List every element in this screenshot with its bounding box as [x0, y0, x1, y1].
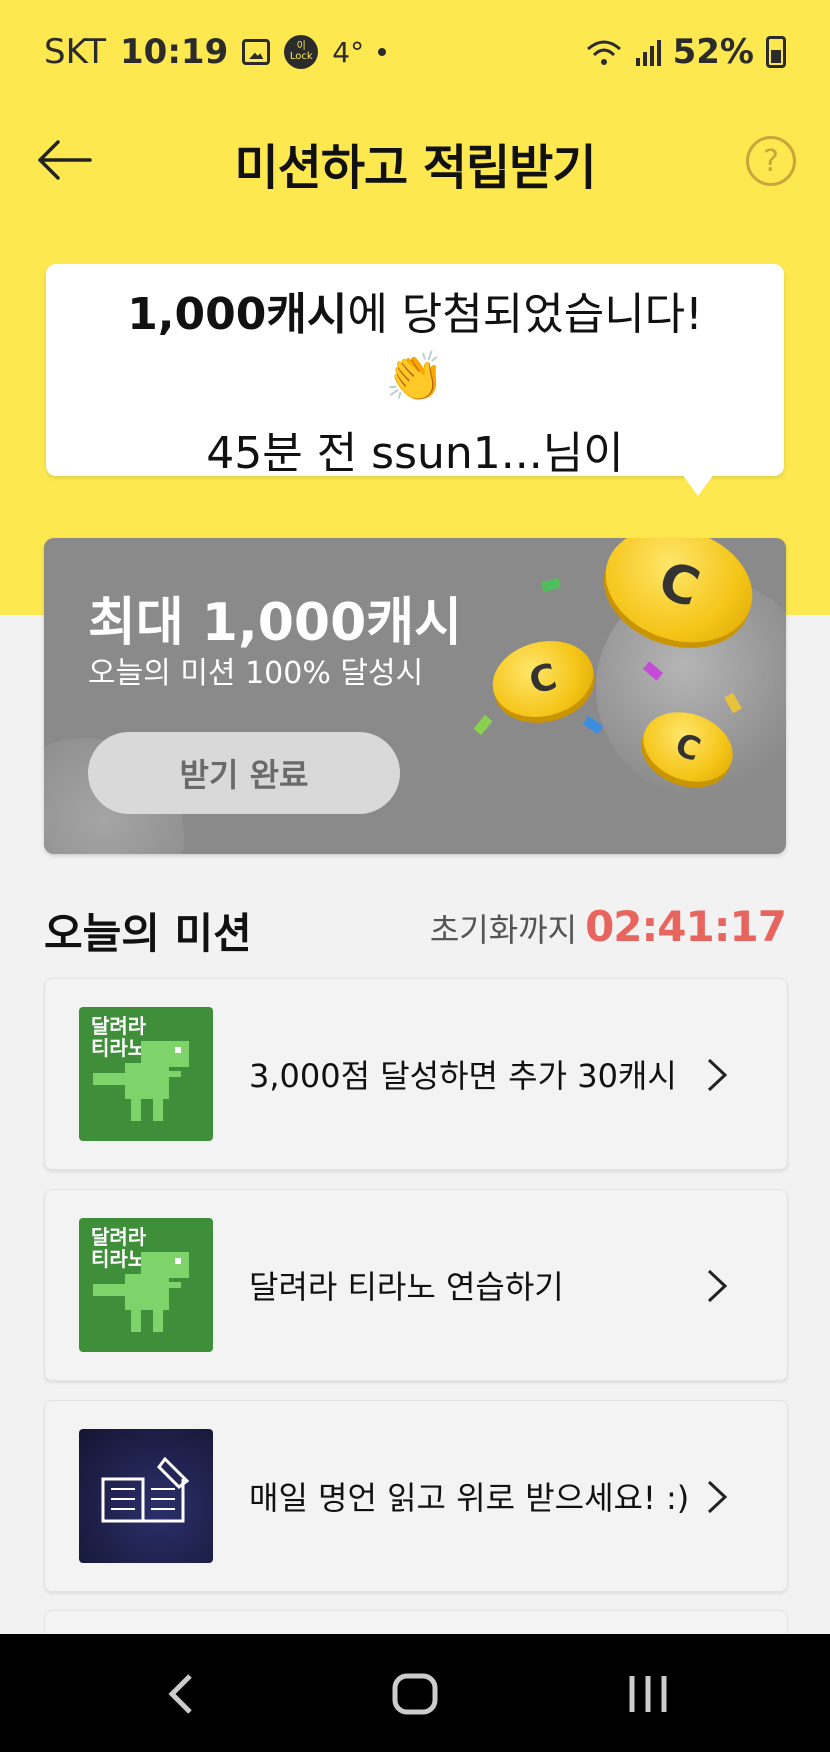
dinosaur-icon	[93, 1041, 189, 1121]
winner-text: 에 당첨되었습니다!	[347, 289, 703, 340]
chevron-right-icon	[707, 1058, 728, 1092]
reset-countdown: 초기화까지 02:41:17	[429, 902, 787, 951]
book-pen-icon	[101, 1456, 190, 1523]
tyrano-game-thumbnail: 달려라 티라노	[79, 1007, 213, 1141]
claim-complete-button[interactable]: 받기 완료	[88, 732, 400, 814]
winner-detail: 45분 전 ssun1...님이	[206, 428, 624, 476]
temperature-label: 4°	[332, 35, 365, 69]
winner-amount: 1,000캐시	[127, 289, 348, 340]
mission-label: 3,000점 달성하면 추가 30캐시	[249, 1057, 677, 1095]
chevron-right-icon	[707, 1269, 728, 1303]
help-icon[interactable]: ?	[746, 136, 796, 186]
nav-home-icon[interactable]	[385, 1664, 445, 1724]
reset-timer: 02:41:17	[585, 902, 787, 951]
bubble-tail	[682, 474, 714, 496]
clock: 10:19	[120, 32, 229, 72]
page-title: 미션하고 적립받기	[234, 140, 597, 196]
wifi-icon	[586, 40, 621, 65]
battery-percent: 52%	[672, 32, 754, 72]
banner-title: 최대 1,000캐시	[88, 593, 462, 653]
chevron-right-icon	[707, 1480, 728, 1514]
winner-announcement-bubble: 1,000캐시에 당첨되었습니다! 👏 45분 전 ssun1...님이	[46, 264, 784, 476]
today-missions-header: 오늘의 미션 초기화까지 02:41:17	[44, 898, 787, 962]
winner-headline: 1,000캐시에 당첨되었습니다!	[46, 278, 784, 342]
section-title: 오늘의 미션	[44, 909, 252, 958]
mission-card[interactable]: 달려라 티라노 달려라 티라노 연습하기	[44, 1189, 788, 1381]
carrier-label: SKT	[44, 32, 107, 72]
nav-recents-icon[interactable]	[618, 1664, 678, 1724]
mission-label: 매일 명언 읽고 위로 받으세요! :)	[249, 1479, 690, 1517]
status-bar: SKT 10:19 이 Lock 4° 52%	[0, 0, 830, 110]
tyrano-game-thumbnail: 달려라 티라노	[79, 1218, 213, 1352]
banner-subtitle: 오늘의 미션 100% 달성시	[88, 656, 424, 691]
app-header: 미션하고 적립받기 ?	[0, 120, 830, 200]
reset-label: 초기화까지	[429, 911, 578, 949]
max-reward-banner: 최대 1,000캐시 오늘의 미션 100% 달성시 받기 완료 C C C	[44, 538, 786, 854]
lock-app-icon: 이 Lock	[284, 35, 319, 69]
battery-icon	[766, 36, 786, 68]
confetti-icon	[541, 577, 561, 593]
system-navigation-bar	[0, 1634, 830, 1752]
confetti-icon	[473, 714, 493, 736]
more-notifications-dot-icon	[378, 48, 387, 56]
quote-thumbnail	[79, 1429, 213, 1563]
nav-back-icon[interactable]	[152, 1664, 212, 1724]
dinosaur-icon	[93, 1252, 189, 1332]
coin-icon: C	[484, 630, 602, 728]
gallery-notification-icon	[242, 39, 271, 65]
signal-strength-icon	[635, 38, 661, 66]
clapping-hands-icon: 👏	[385, 349, 445, 405]
mission-label: 달려라 티라노 연습하기	[249, 1268, 564, 1306]
mission-card[interactable]: 달려라 티라노 3,000점 달성하면 추가 30캐시	[44, 978, 788, 1170]
mission-card[interactable]: 매일 명언 읽고 위로 받으세요! :)	[44, 1400, 788, 1592]
